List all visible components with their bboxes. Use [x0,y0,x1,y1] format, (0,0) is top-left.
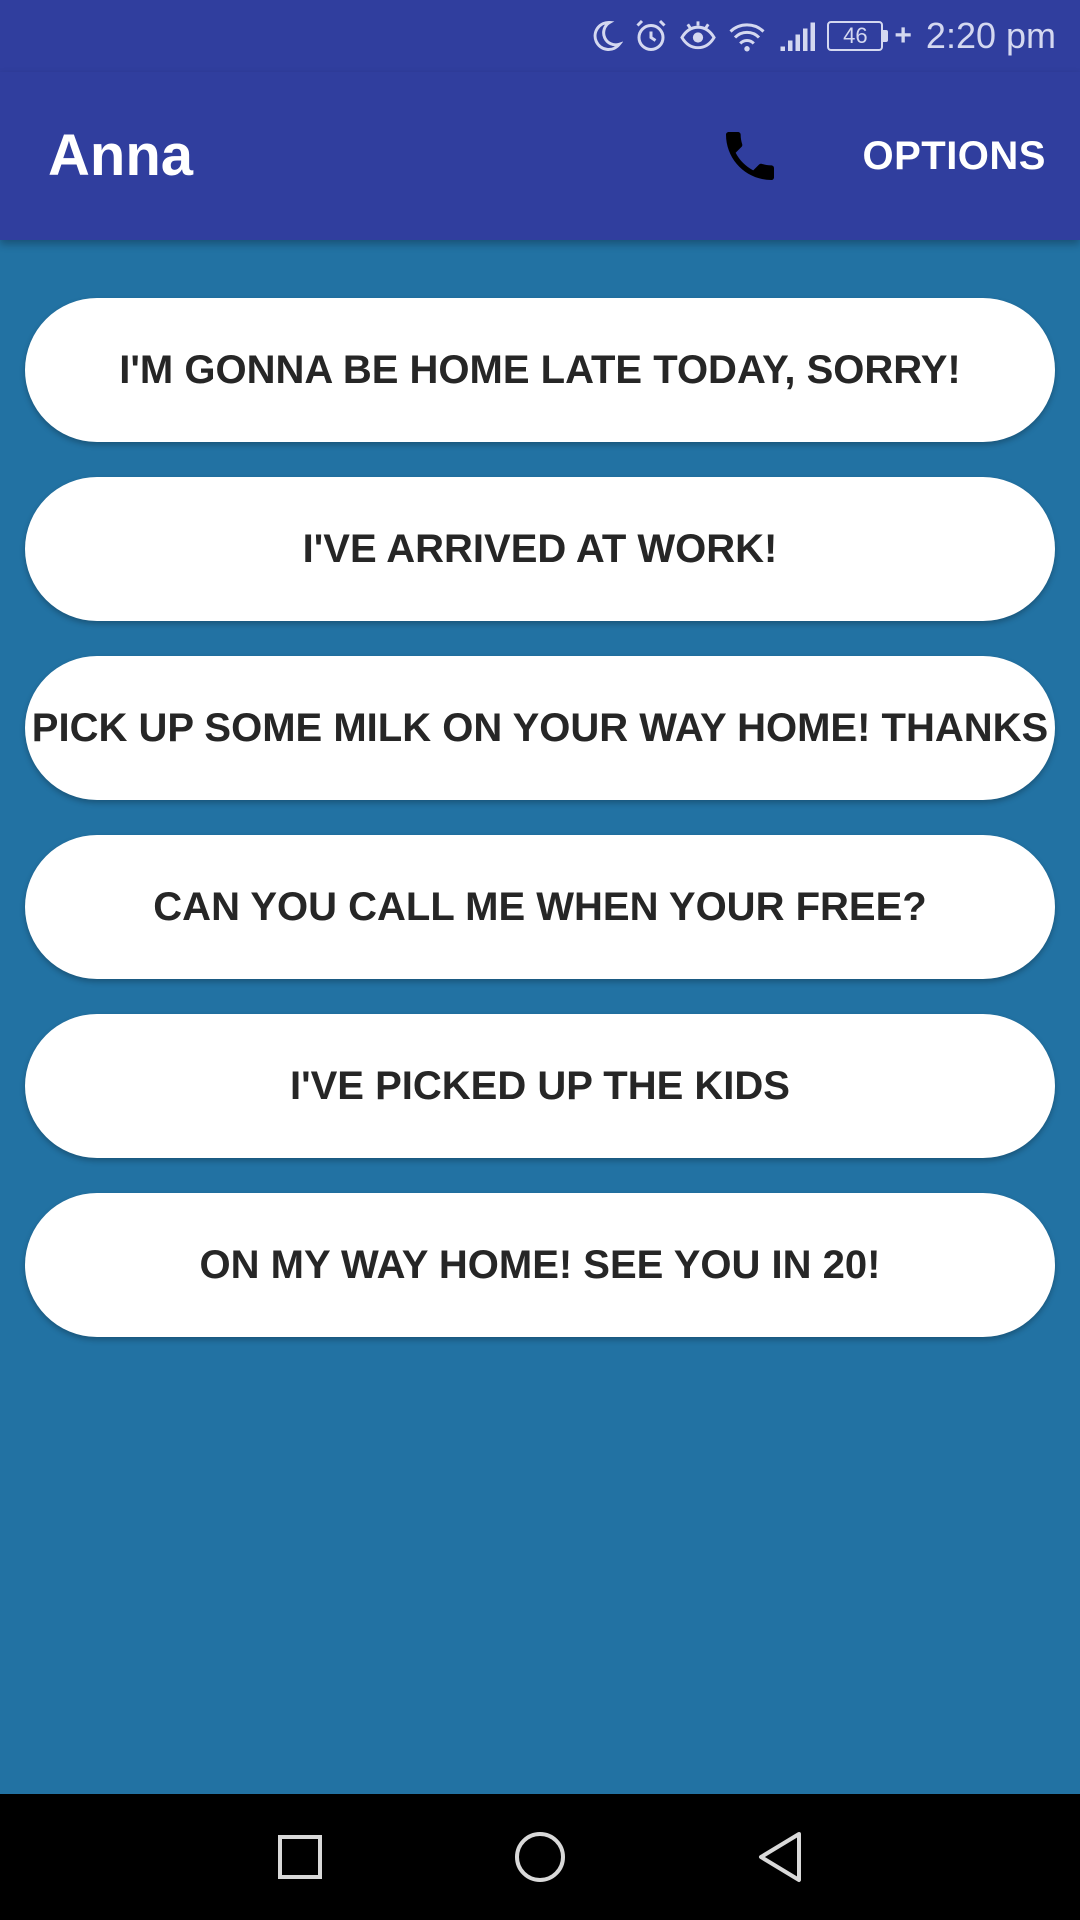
options-button[interactable]: OPTIONS [862,72,1046,240]
home-button[interactable] [510,1827,570,1887]
message-list: I'M GONNA BE HOME LATE TODAY, SORRY! I'V… [25,298,1055,1372]
recents-square-icon [278,1835,322,1879]
message-button-call-me[interactable]: CAN YOU CALL ME WHEN YOUR FREE? [25,835,1055,979]
alarm-icon [636,19,666,51]
navigation-bar [0,1794,1080,1920]
message-button-on-my-way-home[interactable]: ON MY WAY HOME! SEE YOU IN 20! [25,1193,1055,1337]
contact-name-title: Anna [48,123,193,188]
battery-tip [883,30,889,42]
charging-plus-icon: + [894,19,912,52]
status-bar: 46 + 2:20 pm [0,0,1080,72]
eye-icon [680,21,717,50]
signal-icon [780,22,816,51]
message-button-home-late[interactable]: I'M GONNA BE HOME LATE TODAY, SORRY! [25,298,1055,442]
message-button-pick-up-milk[interactable]: PICK UP SOME MILK ON YOUR WAY HOME! THAN… [25,656,1055,800]
back-button[interactable] [750,1827,810,1887]
call-button[interactable] [710,116,790,196]
message-button-arrived-at-work[interactable]: I'VE ARRIVED AT WORK! [25,477,1055,621]
moon-icon [594,20,624,51]
wifi-icon [729,23,765,52]
phone-icon [726,132,774,180]
home-circle-icon [515,1832,565,1882]
back-triangle-icon [759,1832,801,1882]
app-bar: Anna OPTIONS [0,72,1080,240]
battery-icon: 46 + [827,21,912,51]
status-icons: 46 + 2:20 pm [587,10,1056,62]
battery-level: 46 [827,21,884,51]
recents-button[interactable] [270,1827,330,1887]
message-button-picked-up-kids[interactable]: I'VE PICKED UP THE KIDS [25,1014,1055,1158]
status-time: 2:20 pm [925,15,1056,56]
